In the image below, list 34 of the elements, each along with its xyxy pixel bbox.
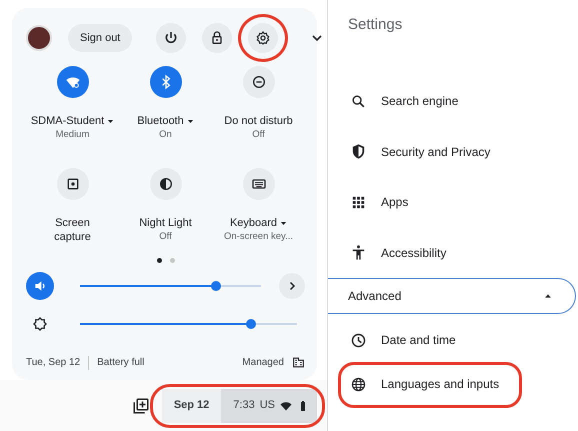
menu-item-label: Security and Privacy (381, 144, 490, 161)
tile-status: On-screen key... (224, 230, 293, 244)
tile-label: Keyboard (230, 216, 278, 230)
sign-out-button[interactable]: Sign out (68, 24, 132, 52)
settings-title: Settings (347, 15, 404, 35)
menu-item-label: Date and time (381, 332, 456, 349)
settings-menu-item[interactable]: Accessibility (328, 228, 578, 278)
advanced-section-header[interactable]: Advanced (328, 278, 576, 314)
clock-time: 7:33 (233, 398, 255, 414)
settings-menu-item[interactable]: Date and time (328, 318, 578, 362)
tile-label: SDMA-Student (30, 114, 104, 128)
calendar-button[interactable]: Sep 12 (162, 388, 222, 422)
menu-item-label: Search engine (381, 93, 458, 110)
menu-item-label: Apps (381, 194, 408, 212)
menu-item-label: Accessibility (381, 244, 446, 262)
tile-label: Night Light (139, 216, 192, 230)
tile-label: Bluetooth (137, 114, 184, 128)
tile-status: Off (252, 128, 265, 142)
input-method-label: US (260, 398, 275, 414)
tile-status: Off (159, 230, 172, 244)
date-label: Tue, Sep 12 (26, 356, 80, 370)
settings-menu-item[interactable]: Apps (328, 177, 578, 228)
tile-status: Medium (56, 128, 90, 142)
settings-menu-item[interactable]: Security and Privacy (328, 126, 578, 177)
advanced-label: Advanced (348, 288, 402, 305)
status-area-button[interactable]: 7:33 US (221, 388, 317, 422)
battery-status: Battery full (97, 356, 144, 370)
settings-menu-item[interactable]: Languages and inputs (328, 362, 578, 406)
tile-status: On (159, 128, 172, 142)
managed-label: Managed (242, 356, 284, 370)
tile-label: Do not disturb (224, 114, 293, 128)
settings-menu-item[interactable]: Search engine (328, 76, 578, 126)
tile-label: Screen capture (53, 216, 92, 244)
menu-item-label: Languages and inputs (381, 376, 500, 393)
